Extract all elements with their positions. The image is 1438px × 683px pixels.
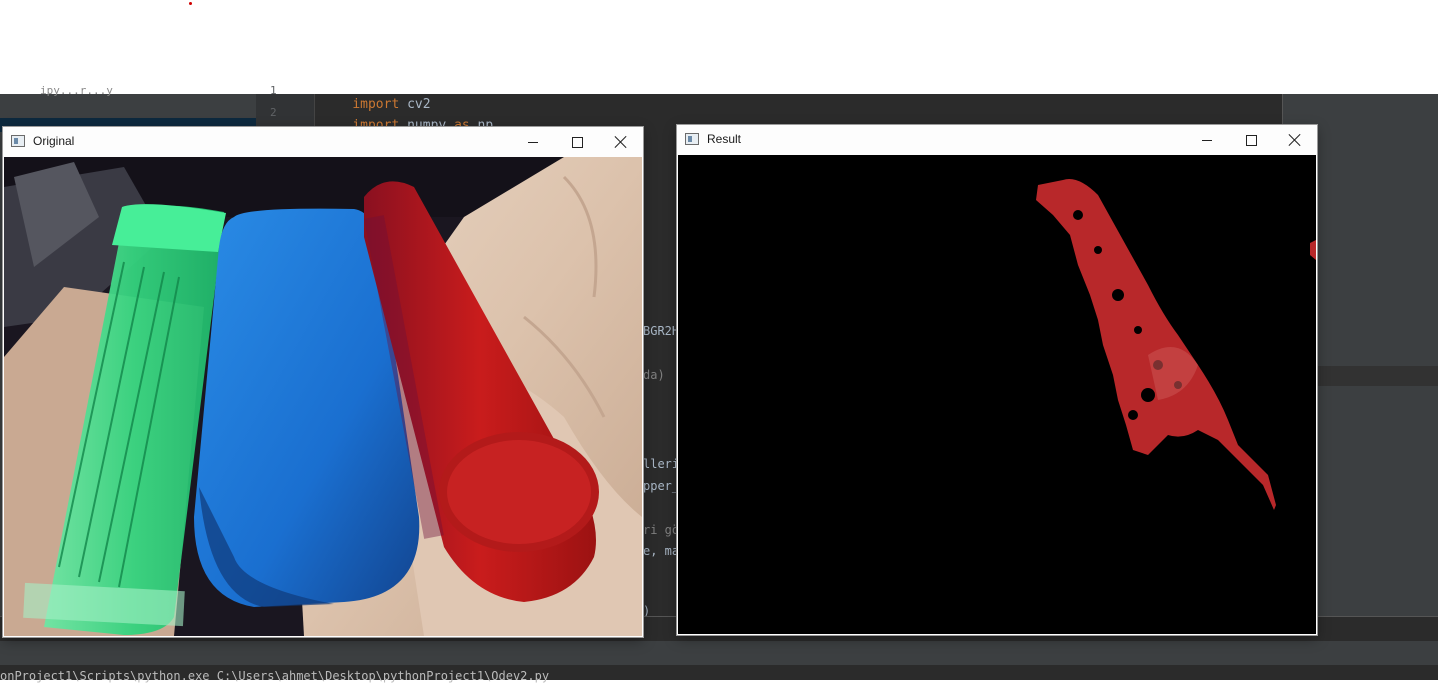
- window-title: Original: [33, 134, 75, 148]
- result-mask-image: [678, 155, 1316, 634]
- project-tree-item[interactable]: ipy...r...y: [40, 84, 113, 97]
- close-button[interactable]: [599, 127, 643, 157]
- code-fragment: ri gö: [643, 523, 677, 537]
- line-number: 1: [270, 84, 277, 97]
- camera-frame: [4, 157, 642, 636]
- close-icon: [614, 135, 628, 149]
- close-icon: [1288, 133, 1302, 147]
- original-image: [4, 157, 642, 636]
- line-number: 2: [270, 106, 277, 119]
- close-button[interactable]: [1273, 125, 1317, 155]
- minimize-button[interactable]: [1185, 125, 1229, 155]
- minimize-icon: [1202, 139, 1212, 141]
- opencv-window-icon: [11, 135, 25, 147]
- maximize-icon: [571, 136, 583, 148]
- original-titlebar[interactable]: Original: [3, 127, 643, 157]
- window-title: Result: [707, 132, 742, 146]
- masked-frame: [678, 155, 1316, 634]
- maximize-icon: [1245, 134, 1257, 146]
- minimize-icon: [528, 141, 538, 143]
- code-fragment: BGR2H: [643, 324, 677, 338]
- result-window[interactable]: Result: [677, 125, 1317, 635]
- minimize-button[interactable]: [511, 127, 555, 157]
- run-command-output: onProject1\Scripts\python.exe C:\Users\a…: [0, 669, 550, 683]
- code-fragment: lleri: [643, 457, 677, 471]
- original-window[interactable]: Original: [3, 127, 643, 637]
- result-titlebar[interactable]: Result: [677, 125, 1317, 155]
- code-fragment: pper_: [643, 479, 677, 493]
- run-toolbar: [0, 641, 1438, 665]
- maximize-button[interactable]: [1229, 125, 1273, 155]
- opencv-window-icon: [685, 133, 699, 145]
- code-fragment: e, ma: [643, 544, 677, 558]
- code-fragment: da): [643, 368, 665, 382]
- red-dot-marker: [189, 2, 192, 5]
- desktop-top-area: [0, 0, 1438, 94]
- maximize-button[interactable]: [555, 127, 599, 157]
